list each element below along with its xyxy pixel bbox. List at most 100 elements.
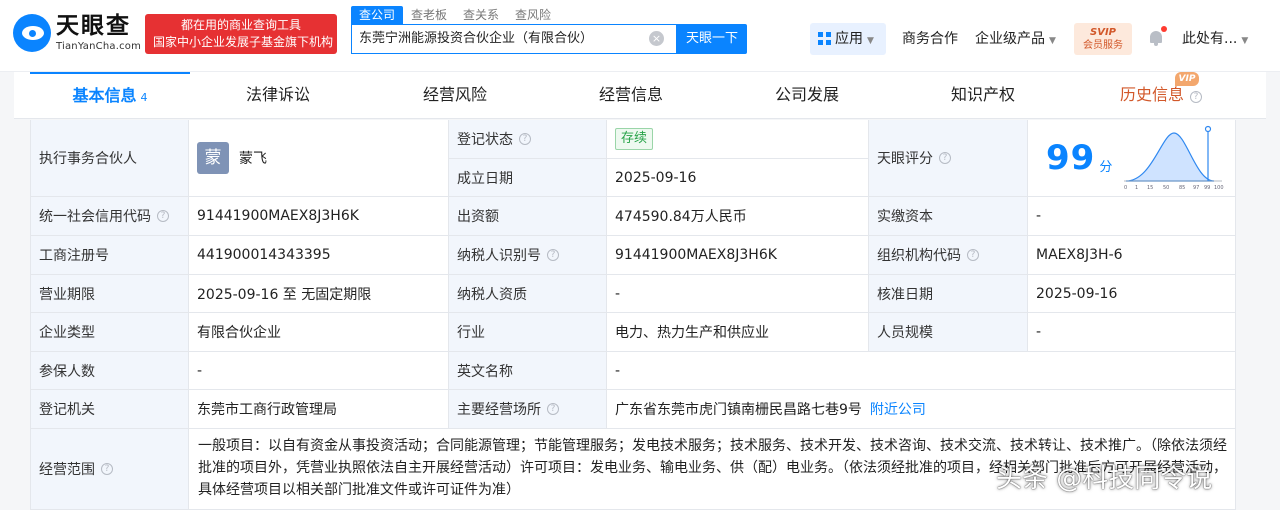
credit-code-value: 91441900MAEX8J3H6K	[189, 197, 449, 236]
status-cell: 存续	[607, 120, 869, 159]
label-org-code: 组织机构代码?	[869, 236, 1028, 275]
nearby-companies-link[interactable]: 附近公司	[870, 399, 926, 419]
tab-basic-info-count: 4	[140, 91, 148, 104]
tab-intellectual-property[interactable]: 知识产权	[903, 72, 1063, 118]
company-type-value: 有限合伙企业	[189, 313, 449, 352]
search-type-tabs: 查公司 查老板 查关系 查风险	[351, 6, 559, 24]
nav-enterprise-products[interactable]: 企业级产品 ▼	[975, 29, 1056, 51]
address-cell: 广东省东莞市虎门镇南栅民昌路七巷9号 附近公司	[607, 390, 1236, 429]
tianyancha-logo[interactable]: 天眼查 TianYanCha.com	[13, 12, 141, 54]
industry-value: 电力、热力生产和供应业	[607, 313, 869, 352]
score-unit: 分	[1099, 159, 1113, 175]
axis-tick: 15	[1147, 185, 1153, 191]
tab-operation-info[interactable]: 经营信息	[551, 72, 711, 118]
axis-tick: 100	[1214, 185, 1224, 191]
label-insured: 参保人数	[31, 352, 189, 390]
chevron-down-icon: ▼	[1241, 36, 1249, 46]
user-menu[interactable]: 此处有... ▼	[1182, 29, 1248, 51]
help-icon[interactable]: ?	[939, 152, 951, 164]
label-staff-size: 人员规模	[869, 313, 1028, 352]
axis-tick: 99	[1204, 185, 1210, 191]
tab-operation-risk[interactable]: 经营风险	[375, 72, 535, 118]
label-english-name: 英文名称	[449, 352, 607, 390]
label-taxpayer-qual: 纳税人资质	[449, 275, 607, 313]
avatar[interactable]: 蒙	[197, 142, 229, 174]
approval-date-value: 2025-09-16	[1028, 275, 1236, 313]
help-icon[interactable]: ?	[101, 463, 113, 475]
axis-tick: 0	[1124, 185, 1127, 191]
taxpayer-qual-value: -	[607, 275, 869, 313]
help-icon[interactable]: ?	[967, 249, 979, 261]
label-score: 天眼评分?	[869, 120, 1028, 197]
tab-company-development[interactable]: 公司发展	[727, 72, 887, 118]
score-value: 99	[1046, 138, 1096, 178]
label-scope-text: 经营范围	[39, 462, 95, 478]
apps-menu-button[interactable]: 应用 ▼	[810, 23, 886, 55]
basic-info-table: 执行事务合伙人 蒙 蒙飞 登记状态? 存续 成立日期 2025-09-16 天眼…	[30, 120, 1236, 510]
svip-crown-label: SVIP	[1090, 27, 1116, 38]
chevron-down-icon: ▼	[1049, 36, 1056, 46]
help-icon[interactable]: ?	[519, 133, 531, 145]
tab-history-label: 历史信息	[1119, 85, 1184, 104]
search-tab-risk[interactable]: 查风险	[507, 6, 559, 24]
paid-capital-value: -	[1028, 197, 1236, 236]
apps-label: 应用	[835, 31, 863, 47]
label-paid-capital: 实缴资本	[869, 197, 1028, 236]
english-name-value: -	[607, 352, 1236, 390]
org-code-value: MAEX8J3H-6	[1028, 236, 1236, 275]
logo-text: 天眼查	[56, 13, 131, 39]
user-name: 此处有...	[1182, 31, 1238, 47]
label-company-type: 企业类型	[31, 313, 189, 352]
term-value: 2025-09-16 至 无固定期限	[189, 275, 449, 313]
label-status: 登记状态?	[449, 120, 607, 159]
notification-bell-icon[interactable]	[1148, 30, 1164, 46]
label-status-text: 登记状态	[457, 132, 513, 148]
help-icon: ?	[1190, 91, 1202, 103]
search-tab-boss[interactable]: 查老板	[403, 6, 455, 24]
svip-service-label: 会员服务	[1083, 40, 1123, 51]
slogan-banner: 都在用的商业查询工具 国家中小企业发展子基金旗下机构	[145, 14, 337, 54]
slogan-line-1: 都在用的商业查询工具	[180, 18, 301, 32]
nav-business-cooperation[interactable]: 商务合作	[902, 29, 958, 49]
score-distribution-chart: 0 1 15 50 85 97 99 100	[1124, 125, 1224, 191]
partner-cell: 蒙 蒙飞	[189, 120, 449, 197]
nav-enterprise-products-label: 企业级产品	[975, 31, 1045, 47]
label-scope: 经营范围?	[31, 429, 189, 510]
help-icon[interactable]: ?	[157, 210, 169, 222]
reg-no-value: 441900014343395	[189, 236, 449, 275]
label-credit-code-text: 统一社会信用代码	[39, 209, 151, 225]
search-button[interactable]: 天眼一下	[677, 24, 747, 54]
help-icon[interactable]: ?	[547, 249, 559, 261]
label-authority: 登记机关	[31, 390, 189, 429]
authority-value: 东莞市工商行政管理局	[189, 390, 449, 429]
label-address: 主要经营场所?	[449, 390, 607, 429]
search-tab-relation[interactable]: 查关系	[455, 6, 507, 24]
tab-basic-info-label: 基本信息	[72, 86, 137, 105]
tab-legal[interactable]: 法律诉讼	[198, 72, 358, 118]
partner-name-link[interactable]: 蒙飞	[239, 148, 267, 168]
logo-domain: TianYanCha.com	[56, 41, 142, 52]
clear-search-icon[interactable]: ×	[649, 31, 664, 46]
score-cell[interactable]: 99 分 0 1 15 50 85 97 99 100	[1028, 120, 1236, 197]
help-icon[interactable]: ?	[547, 403, 559, 415]
search-input[interactable]: 东莞宁洲能源投资合伙企业（有限合伙）	[351, 24, 677, 54]
tab-basic-info[interactable]: 基本信息 4	[30, 72, 190, 118]
company-tabs: 基本信息 4 法律诉讼 经营风险 经营信息 公司发展 知识产权 历史信息?	[14, 72, 1266, 119]
axis-tick: 85	[1179, 185, 1185, 191]
search-tab-company[interactable]: 查公司	[351, 6, 404, 24]
axis-tick: 97	[1193, 185, 1199, 191]
vip-badge: VIP	[1175, 72, 1199, 86]
axis-tick: 1	[1135, 185, 1138, 191]
label-capital: 出资额	[449, 197, 607, 236]
svip-button[interactable]: SVIP 会员服务	[1074, 23, 1132, 55]
tab-history[interactable]: 历史信息?	[1076, 72, 1246, 118]
axis-tick: 50	[1163, 185, 1169, 191]
label-established: 成立日期	[449, 159, 607, 197]
label-credit-code: 统一社会信用代码?	[31, 197, 189, 236]
label-score-text: 天眼评分	[877, 151, 933, 167]
capital-value: 474590.84万人民币	[607, 197, 869, 236]
label-reg-no: 工商注册号	[31, 236, 189, 275]
distribution-curve	[1126, 132, 1215, 182]
label-industry: 行业	[449, 313, 607, 352]
label-partner: 执行事务合伙人	[31, 120, 189, 197]
